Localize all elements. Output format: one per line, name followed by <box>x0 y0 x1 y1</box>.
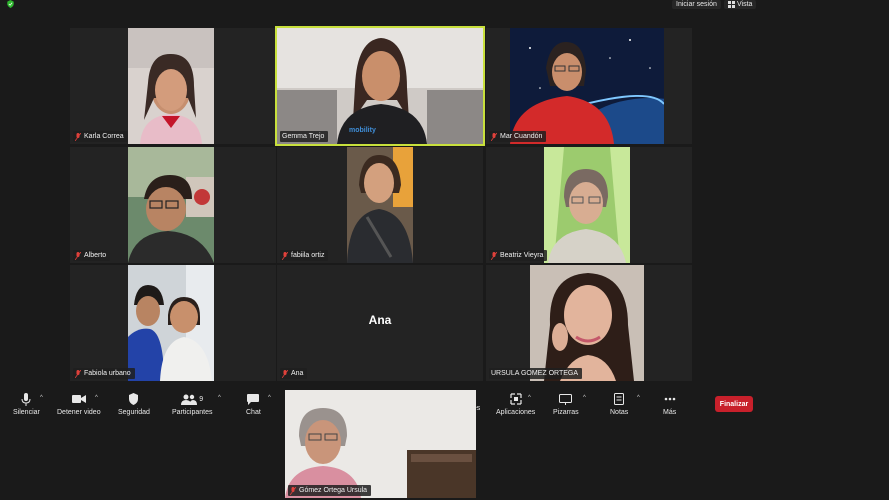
notes-icon <box>614 393 625 405</box>
participant-video <box>530 265 644 381</box>
mic-muted-icon <box>491 132 497 141</box>
mic-muted-icon <box>75 251 81 260</box>
participant-tile-beatriz-vieyra[interactable]: Beatriz Vieyra <box>486 147 692 263</box>
mic-muted-icon <box>75 369 81 378</box>
security-button[interactable]: Seguridad <box>118 392 150 416</box>
participant-video <box>128 147 214 263</box>
participant-video <box>510 28 664 144</box>
participant-name-bar: URSULA GOMEZ ORTEGA <box>489 368 582 379</box>
participant-name-bar: Gemma Trejo <box>280 131 329 142</box>
participants-count-badge: 9 <box>199 395 204 403</box>
participant-tile-ana[interactable]: Ana Ana <box>277 265 483 381</box>
more-button[interactable]: Más <box>663 392 676 416</box>
participant-name: Ana <box>291 370 304 377</box>
more-label: Más <box>663 409 677 416</box>
apps-icon <box>510 393 522 405</box>
participant-name-bar: Ana <box>280 368 308 379</box>
grid-view-icon <box>728 1 735 8</box>
participant-video <box>544 147 630 263</box>
microphone-icon <box>21 392 31 406</box>
mic-muted-icon <box>290 486 296 495</box>
top-bar: Iniciar sesión Vista <box>0 0 889 10</box>
self-view-video <box>285 390 476 498</box>
participant-display-name: Ana <box>368 313 392 327</box>
notes-button[interactable]: Notas <box>610 392 628 416</box>
notes-options-caret[interactable]: ^ <box>637 395 640 401</box>
apps-label: Aplicaciones <box>496 409 536 416</box>
participant-name-bar: Gómez Ortega Ursula <box>288 485 372 496</box>
self-view-tile[interactable]: Gómez Ortega Ursula <box>285 390 476 498</box>
signin-button[interactable]: Iniciar sesión <box>672 0 721 9</box>
participant-tile-karla-correa[interactable]: Karla Correa <box>70 28 276 144</box>
participant-video: mobility <box>277 28 483 144</box>
participants-button[interactable]: 9 Participantes <box>172 392 212 416</box>
participant-tile-fabiola-urbano[interactable]: Fabiola urbano <box>70 265 276 381</box>
view-label: Vista <box>737 0 753 8</box>
participant-tile-ursula-gomez-ortega[interactable]: URSULA GOMEZ ORTEGA <box>486 265 692 381</box>
participants-label: Participantes <box>172 409 213 416</box>
participant-name: Alberto <box>84 252 107 259</box>
mute-label: Silenciar <box>13 409 40 416</box>
stop-video-label: Detener video <box>57 409 101 416</box>
participants-options-caret[interactable]: ^ <box>218 395 221 401</box>
participant-name: Fabiola urbano <box>84 370 131 377</box>
mic-muted-icon <box>75 132 81 141</box>
participant-name-bar: Alberto <box>73 250 111 261</box>
whiteboards-options-caret[interactable]: ^ <box>583 395 586 401</box>
participant-tile-alberto[interactable]: Alberto <box>70 147 276 263</box>
security-shield-icon <box>129 393 139 405</box>
view-button[interactable]: Vista <box>724 0 757 9</box>
security-label: Seguridad <box>118 409 150 416</box>
participant-name: Beatriz Vieyra <box>500 252 544 259</box>
video-camera-icon <box>71 395 86 403</box>
end-meeting-button[interactable]: Finalizar <box>715 396 753 412</box>
participant-name-bar: fabiila ortiz <box>280 250 329 261</box>
mute-options-caret[interactable]: ^ <box>40 395 43 401</box>
participant-tile-mar-cuandon[interactable]: Mar Cuandón <box>486 28 692 144</box>
mic-muted-icon <box>491 251 497 260</box>
participant-video <box>347 147 413 263</box>
notes-label: Notas <box>610 409 629 416</box>
chat-button[interactable]: Chat <box>246 392 261 416</box>
chat-bubble-icon <box>247 393 260 405</box>
participant-name-bar: Beatriz Vieyra <box>489 250 548 261</box>
chat-options-caret[interactable]: ^ <box>268 395 271 401</box>
participant-name: fabiila ortiz <box>291 252 325 259</box>
participant-name: Gemma Trejo <box>282 133 325 140</box>
participant-video <box>128 28 214 144</box>
participant-name: Mar Cuandón <box>500 133 543 140</box>
participant-name-bar: Karla Correa <box>73 131 128 142</box>
participant-tile-fabiila-ortiz[interactable]: fabiila ortiz <box>277 147 483 263</box>
end-meeting-label: Finalizar <box>719 400 749 408</box>
participant-name: URSULA GOMEZ ORTEGA <box>491 370 578 377</box>
svg-text:mobility: mobility <box>349 127 376 134</box>
mic-muted-icon <box>282 369 288 378</box>
participant-name: Gómez Ortega Ursula <box>299 487 368 494</box>
participants-icon <box>181 394 198 405</box>
security-shield-icon <box>7 0 14 8</box>
more-dots-icon <box>664 397 675 401</box>
participant-tile-gemma-trejo[interactable]: mobility Gemma Trejo <box>275 26 485 146</box>
apps-options-caret[interactable]: ^ <box>528 395 531 401</box>
participant-video <box>128 265 214 381</box>
signin-label: Iniciar sesión <box>676 0 717 8</box>
whiteboards-label: Pizarras <box>553 409 579 416</box>
whiteboard-icon <box>559 393 573 405</box>
participant-name: Karla Correa <box>84 133 124 140</box>
participant-name-bar: Fabiola urbano <box>73 368 135 379</box>
whiteboards-button[interactable]: Pizarras <box>553 392 579 416</box>
video-options-caret[interactable]: ^ <box>95 395 98 401</box>
mic-muted-icon <box>282 251 288 260</box>
mute-button[interactable]: Silenciar <box>13 392 40 416</box>
chat-label: Chat <box>246 409 261 416</box>
participant-name-bar: Mar Cuandón <box>489 131 547 142</box>
